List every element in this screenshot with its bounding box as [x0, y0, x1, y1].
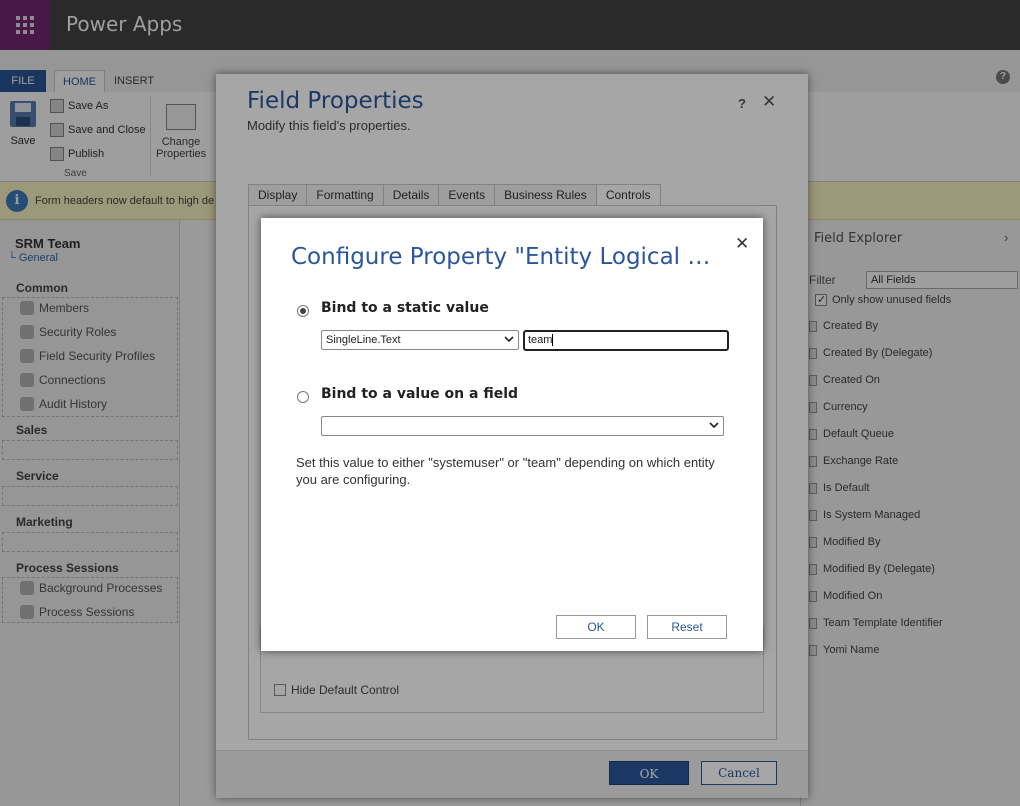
configure-property-dialog: Configure Property "Entity Logical … ✕ B… — [261, 218, 763, 651]
help-note: Set this value to either "systemuser" or… — [296, 455, 715, 487]
static-value-text: team — [528, 334, 553, 346]
field-value-radio[interactable] — [297, 391, 309, 403]
close-icon[interactable]: ✕ — [735, 234, 749, 254]
field-value-label: Bind to a value on a field — [321, 386, 519, 402]
static-value-radio[interactable] — [297, 305, 309, 317]
chevron-down-icon — [709, 422, 719, 429]
static-value-label: Bind to a static value — [321, 300, 489, 316]
type-select[interactable]: SingleLine.Text — [321, 330, 519, 350]
type-select-value: SingleLine.Text — [326, 334, 401, 346]
static-value-input[interactable]: team — [523, 330, 729, 351]
field-select[interactable] — [321, 416, 724, 436]
reset-button[interactable]: Reset — [647, 615, 727, 639]
ok-button[interactable]: OK — [556, 615, 636, 639]
chevron-down-icon — [504, 336, 514, 343]
configure-property-title: Configure Property "Entity Logical … — [291, 244, 711, 270]
text-caret — [552, 334, 554, 347]
